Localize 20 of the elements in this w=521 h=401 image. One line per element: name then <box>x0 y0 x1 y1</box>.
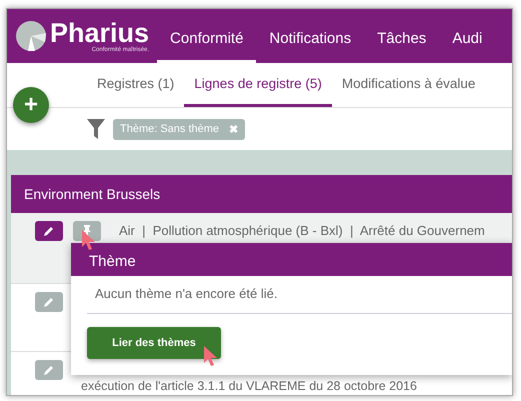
popup-message: Aucun thème n'a encore été lié. <box>87 276 512 314</box>
link-themes-button[interactable]: Lier des thèmes <box>87 327 221 359</box>
logo-text: Pharius <box>50 18 150 46</box>
row-text: Air | Pollution atmosphérique (B - Bxl) | Arrêté du Gouvernem <box>119 222 485 238</box>
tab[interactable]: Registres (1) <box>87 63 184 107</box>
logo-icon <box>16 21 46 51</box>
pencil-icon <box>43 296 55 308</box>
chip-label: Thème: Sans thème <box>120 122 220 136</box>
nav-item[interactable]: Notifications <box>256 9 364 63</box>
nav-item[interactable]: Tâches <box>364 9 440 63</box>
tab[interactable]: Modifications à évalue <box>332 63 486 107</box>
filter-icon[interactable] <box>87 119 105 139</box>
group-header: Environment Brussels <box>11 175 512 213</box>
popup-title: Thème <box>71 243 512 276</box>
nav-item[interactable]: Audi <box>439 9 496 63</box>
row-text: exécution de l'article 3.1.1 du VLAREME du 28 octobre 2016 <box>81 378 417 394</box>
pin-icon <box>81 225 93 237</box>
edit-button[interactable] <box>35 221 63 241</box>
pencil-icon <box>43 364 55 376</box>
pencil-icon <box>43 225 55 237</box>
